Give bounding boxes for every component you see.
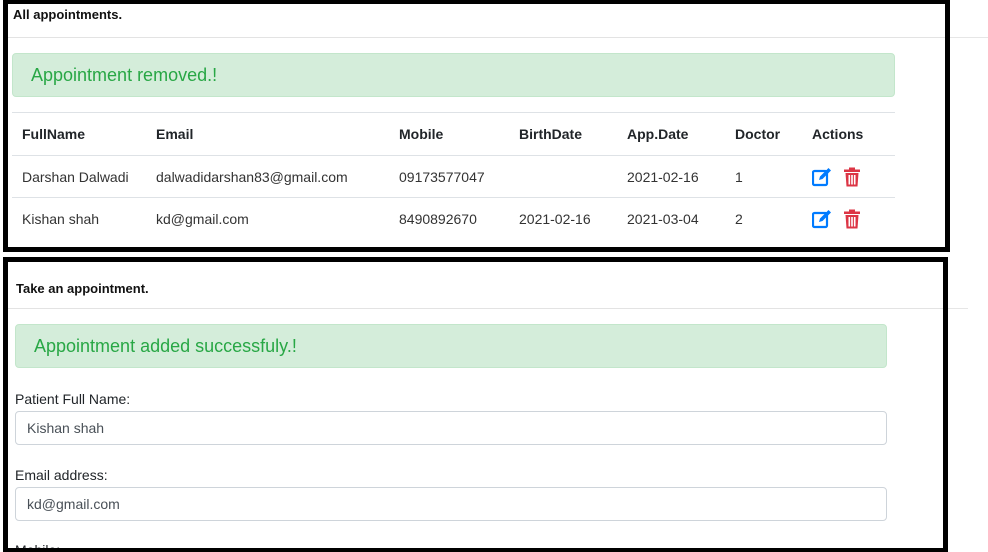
edit-icon[interactable] — [811, 209, 832, 229]
table-row: Kishan shah kd@gmail.com 8490892670 2021… — [12, 197, 895, 239]
page-divider-top — [950, 37, 988, 38]
col-email: Email — [156, 126, 194, 142]
cell-birthdate: 2021-02-16 — [519, 197, 627, 239]
col-fullname: FullName — [22, 126, 86, 142]
take-appointment-panel: Take an appointment. Appointment added s… — [3, 257, 948, 552]
appointments-table: FullName Email Mobile BirthDate App.Date… — [12, 113, 895, 239]
removed-alert: Appointment removed.! — [12, 53, 895, 97]
take-appointment-title: Take an appointment. — [16, 281, 149, 296]
cell-doctor: 2 — [735, 197, 812, 239]
trash-icon[interactable] — [842, 209, 862, 229]
col-birthdate: BirthDate — [519, 126, 583, 142]
cell-actions — [811, 197, 895, 239]
edit-icon[interactable] — [811, 167, 832, 187]
col-actions: Actions — [812, 126, 864, 142]
email-label: Email address: — [15, 467, 108, 483]
col-mobile: Mobile — [399, 126, 444, 142]
trash-icon[interactable] — [842, 167, 862, 187]
table-row: Darshan Dalwadi dalwadidarshan83@gmail.c… — [12, 155, 895, 198]
cell-fullname: Kishan shah — [12, 197, 156, 239]
cell-birthdate — [519, 155, 627, 198]
appointments-header-divider — [8, 37, 945, 38]
added-alert: Appointment added successfuly.! — [15, 324, 887, 368]
page-divider-bottom — [948, 308, 968, 309]
cell-appdate: 2021-02-16 — [627, 155, 735, 198]
appointments-panel: All appointments. Appointment removed.! … — [3, 0, 950, 252]
cell-doctor: 1 — [735, 155, 812, 198]
cell-email: kd@gmail.com — [156, 197, 399, 239]
cell-mobile: 09173577047 — [399, 155, 519, 198]
fullname-label: Patient Full Name: — [15, 391, 131, 407]
cell-mobile: 8490892670 — [399, 197, 519, 239]
take-header-divider — [8, 308, 943, 309]
cell-actions — [811, 155, 895, 198]
email-input[interactable] — [15, 487, 887, 521]
col-appdate: App.Date — [627, 126, 689, 142]
appointments-title: All appointments. — [13, 7, 123, 22]
col-doctor: Doctor — [735, 126, 781, 142]
cell-email: dalwadidarshan83@gmail.com — [156, 155, 399, 198]
cell-fullname: Darshan Dalwadi — [12, 155, 156, 198]
fullname-input[interactable] — [15, 411, 887, 445]
cell-appdate: 2021-03-04 — [627, 197, 735, 239]
table-header-row: FullName Email Mobile BirthDate App.Date… — [12, 113, 895, 156]
mobile-label: Mobile: — [15, 542, 61, 552]
